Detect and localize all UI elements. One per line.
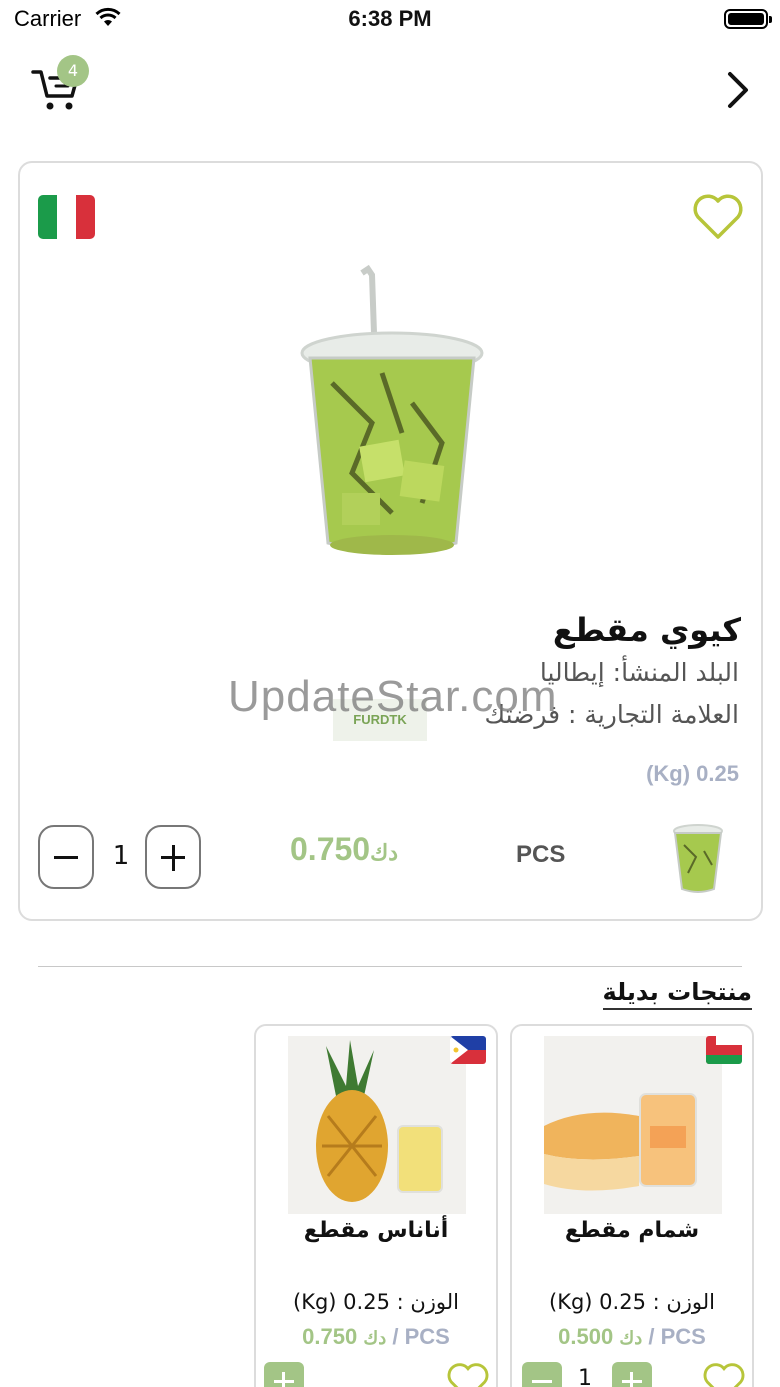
product-origin: البلد المنشأ: إيطاليا <box>539 658 739 687</box>
product-image <box>300 264 484 555</box>
alternative-card[interactable]: شمام مقطع الوزن : 0.25 (Kg) دك 0.500 / P… <box>510 1024 754 1387</box>
alternative-price: دك 0.500 / PCS <box>558 1324 706 1349</box>
price-amount: 0.750 <box>290 831 371 867</box>
heart-icon <box>447 1363 489 1387</box>
alternative-add-button[interactable] <box>612 1362 652 1387</box>
alternative-weight: الوزن : 0.25 (Kg) <box>292 1290 460 1314</box>
product-price: دك0.750 <box>290 831 404 868</box>
alternative-add-button[interactable] <box>264 1362 304 1387</box>
alternatives-title: منتجات بديلة <box>602 978 752 1010</box>
quantity-value: 1 <box>112 841 130 871</box>
watermark: UpdateStar.com <box>228 672 558 721</box>
alternative-favorite-button[interactable] <box>446 1362 490 1387</box>
status-bar: Carrier 6:38 PM <box>0 0 780 40</box>
alternative-quantity: 1 <box>578 1366 592 1387</box>
quantity-increase-button[interactable] <box>145 825 201 889</box>
product-weight: (Kg) 0.25 <box>646 761 739 786</box>
back-button[interactable] <box>722 70 754 110</box>
alternative-image <box>544 1036 722 1214</box>
heart-icon <box>703 1363 745 1387</box>
unit-thumbnail[interactable] <box>668 811 728 895</box>
alternative-image <box>288 1036 466 1214</box>
product-card: كيوي مقطع البلد المنشأ: إيطاليا العلامة … <box>18 161 763 921</box>
alternative-price: دك 0.750 / PCS <box>302 1324 450 1349</box>
product-title: كيوي مقطع <box>552 611 741 649</box>
chevron-right-icon <box>728 72 748 108</box>
unit-label: PCS <box>516 841 566 868</box>
alternative-decrease-button[interactable] <box>522 1362 562 1387</box>
quantity-decrease-button[interactable] <box>38 825 94 889</box>
status-time: 6:38 PM <box>348 6 432 31</box>
alternative-card[interactable]: أناناس مقطع الوزن : 0.25 (Kg) دك 0.750 /… <box>254 1024 498 1387</box>
heart-icon <box>693 194 743 239</box>
alternative-name: شمام مقطع <box>564 1218 700 1243</box>
cart-count-badge: 4 <box>57 55 89 87</box>
alternative-favorite-button[interactable] <box>702 1362 746 1387</box>
alternative-weight: الوزن : 0.25 (Kg) <box>548 1290 716 1314</box>
price-currency: دك <box>370 840 399 865</box>
battery-icon <box>724 9 772 29</box>
oman-flag-icon <box>706 1036 742 1064</box>
alternative-name: أناناس مقطع <box>303 1218 449 1243</box>
italy-flag-icon <box>38 195 95 239</box>
section-divider <box>38 966 742 967</box>
favorite-button[interactable] <box>692 193 744 241</box>
philippines-flag-icon <box>450 1036 486 1064</box>
